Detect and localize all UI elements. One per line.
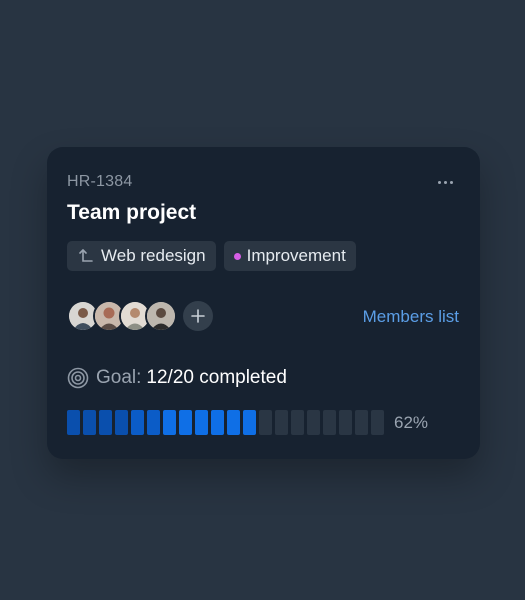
goal-label: Goal: xyxy=(96,367,142,388)
tag-label: Improvement xyxy=(246,246,346,265)
progress-segment-filled xyxy=(195,410,208,435)
progress-segment-filled xyxy=(163,410,176,435)
progress-segment-empty xyxy=(259,410,272,435)
card-title: Team project xyxy=(67,201,197,224)
progress-segment-empty xyxy=(371,410,384,435)
target-icon xyxy=(67,367,89,389)
progress-segment-filled xyxy=(99,410,112,435)
progress-segment-filled xyxy=(147,410,160,435)
progress-segment-filled xyxy=(227,410,240,435)
plus-icon xyxy=(191,309,205,323)
progress-segment-empty xyxy=(307,410,320,435)
progress-segment-filled xyxy=(115,410,128,435)
progress-bar xyxy=(67,410,384,435)
progress-segment-filled xyxy=(211,410,224,435)
member-avatars xyxy=(67,300,213,332)
progress-segment-empty xyxy=(291,410,304,435)
progress-segment-filled xyxy=(83,410,96,435)
tag-web-redesign[interactable]: Web redesign xyxy=(67,241,216,271)
more-options-button[interactable] xyxy=(436,173,454,191)
progress-segment-filled xyxy=(179,410,192,435)
progress-segment-empty xyxy=(275,410,288,435)
progress-segment-filled xyxy=(67,410,80,435)
members-list-link[interactable]: Members list xyxy=(363,307,459,327)
avatar[interactable] xyxy=(145,300,177,332)
progress-segment-filled xyxy=(131,410,144,435)
project-card: HR-1384 Team project Web redesign Improv… xyxy=(47,147,480,459)
status-dot xyxy=(233,252,241,260)
goal-progress: 62% xyxy=(67,410,428,435)
more-horizontal-icon xyxy=(437,180,441,184)
tag-label: Web redesign xyxy=(101,246,206,265)
progress-segment-filled xyxy=(243,410,256,435)
add-member-button[interactable] xyxy=(183,301,213,331)
tag-improvement[interactable]: Improvement xyxy=(223,241,356,271)
tag-list: Web redesign Improvement xyxy=(67,241,356,271)
branch-arrow-icon xyxy=(79,248,93,264)
progress-segment-empty xyxy=(355,410,368,435)
goal-value: 12/20 completed xyxy=(146,367,287,388)
issue-key: HR-1384 xyxy=(67,173,133,190)
progress-segment-empty xyxy=(323,410,336,435)
progress-percent: 62% xyxy=(394,412,429,432)
progress-segment-empty xyxy=(339,410,352,435)
goal-status: Goal: 12/20 completed xyxy=(67,367,287,389)
